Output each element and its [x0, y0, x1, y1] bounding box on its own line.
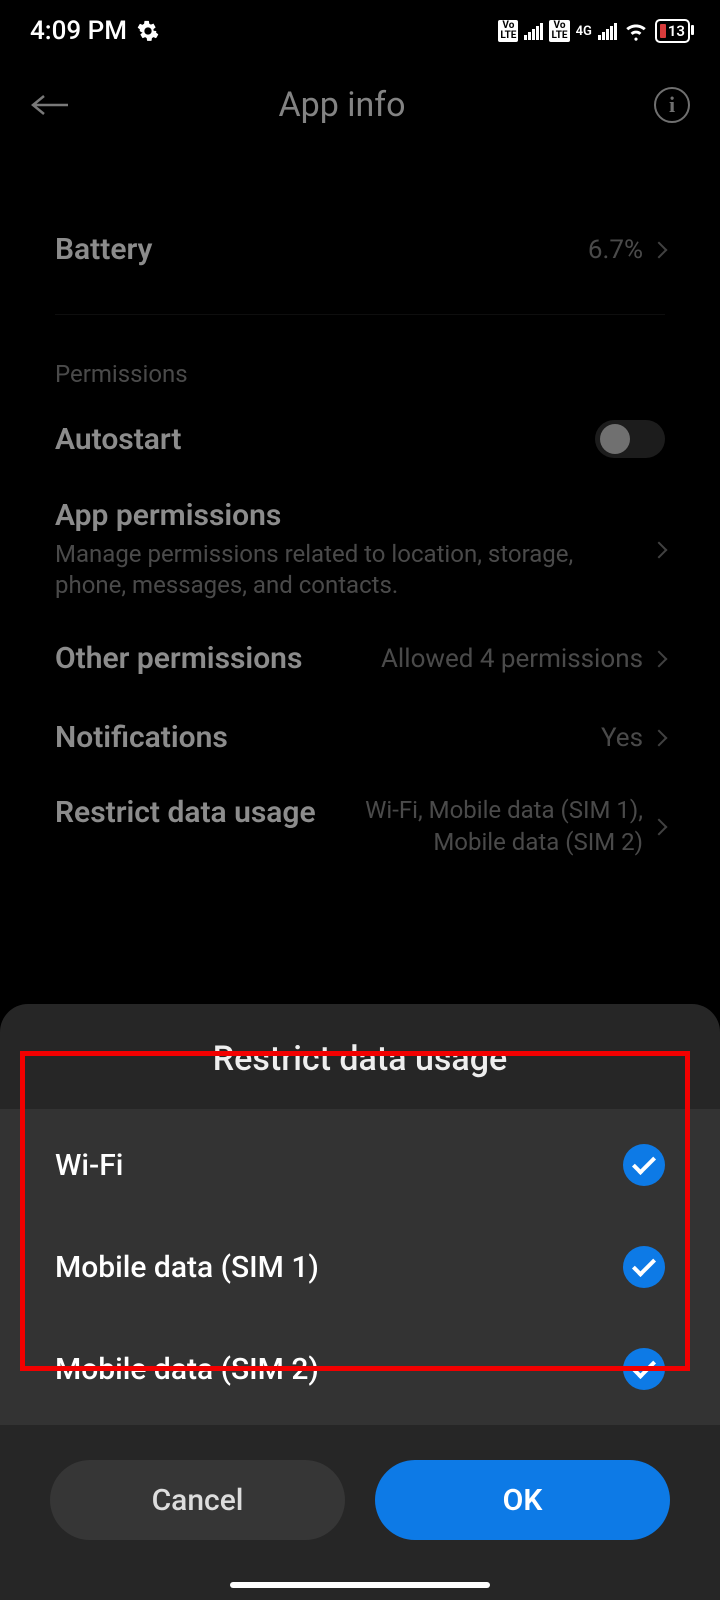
notifications-value: Yes — [601, 723, 643, 753]
check-icon — [623, 1246, 665, 1288]
battery-value: 6.7% — [588, 235, 643, 265]
page-title: App info — [30, 85, 654, 125]
signal-icon-1 — [524, 22, 543, 40]
signal-icon-2 — [598, 22, 617, 40]
notifications-label: Notifications — [55, 720, 228, 755]
permissions-section-label: Permissions — [0, 340, 720, 398]
battery-row[interactable]: Battery 6.7% — [0, 210, 720, 289]
autostart-row[interactable]: Autostart — [0, 398, 720, 480]
volte-icon-2: VoLTE — [549, 20, 569, 42]
check-icon — [623, 1144, 665, 1186]
cancel-button[interactable]: Cancel — [50, 1460, 345, 1540]
app-info-background: App info i Battery 6.7% Permissions Auto… — [0, 60, 720, 930]
app-permissions-label: App permissions — [55, 498, 638, 533]
volte-icon-1: VoLTE — [498, 20, 518, 42]
restrict-label: Restrict data usage — [55, 795, 316, 830]
option-sim1-label: Mobile data (SIM 1) — [55, 1250, 319, 1285]
network-label: 4G — [576, 24, 592, 39]
app-permissions-row[interactable]: App permissions Manage permissions relat… — [0, 480, 720, 619]
option-wifi[interactable]: Wi-Fi — [0, 1114, 720, 1216]
battery-percent: 13 — [668, 22, 685, 40]
dialog-title: Restrict data usage — [0, 1039, 720, 1079]
divider — [55, 314, 665, 315]
dialog-options: Wi-Fi Mobile data (SIM 1) Mobile data (S… — [0, 1109, 720, 1425]
option-sim2-label: Mobile data (SIM 2) — [55, 1352, 319, 1387]
battery-icon: 13 — [655, 19, 690, 43]
home-indicator[interactable] — [230, 1582, 490, 1588]
chevron-right-icon — [651, 818, 668, 835]
chevron-right-icon — [651, 650, 668, 667]
gear-icon — [137, 20, 159, 42]
restrict-data-row[interactable]: Restrict data usage Wi-Fi, Mobile data (… — [0, 777, 720, 875]
option-wifi-label: Wi-Fi — [55, 1148, 123, 1183]
other-permissions-row[interactable]: Other permissions Allowed 4 permissions — [0, 619, 720, 698]
chevron-right-icon — [651, 729, 668, 746]
option-sim2[interactable]: Mobile data (SIM 2) — [0, 1318, 720, 1420]
info-icon[interactable]: i — [654, 87, 690, 123]
autostart-label: Autostart — [55, 422, 182, 457]
other-permissions-label: Other permissions — [55, 641, 302, 676]
status-time: 4:09 PM — [30, 16, 127, 46]
check-icon — [623, 1348, 665, 1390]
app-permissions-sub: Manage permissions related to location, … — [55, 539, 638, 601]
restrict-data-dialog: Restrict data usage Wi-Fi Mobile data (S… — [0, 1004, 720, 1600]
other-permissions-value: Allowed 4 permissions — [381, 644, 643, 674]
chevron-right-icon — [651, 241, 668, 258]
option-sim1[interactable]: Mobile data (SIM 1) — [0, 1216, 720, 1318]
wifi-icon — [623, 18, 649, 44]
chevron-right-icon — [651, 541, 668, 558]
status-bar: 4:09 PM VoLTE VoLTE 4G 13 — [0, 0, 720, 60]
restrict-value: Wi-Fi, Mobile data (SIM 1), Mobile data … — [353, 795, 643, 857]
autostart-toggle[interactable] — [595, 420, 665, 458]
battery-label: Battery — [55, 232, 152, 267]
toggle-knob — [600, 424, 630, 454]
ok-button[interactable]: OK — [375, 1460, 670, 1540]
notifications-row[interactable]: Notifications Yes — [0, 698, 720, 777]
